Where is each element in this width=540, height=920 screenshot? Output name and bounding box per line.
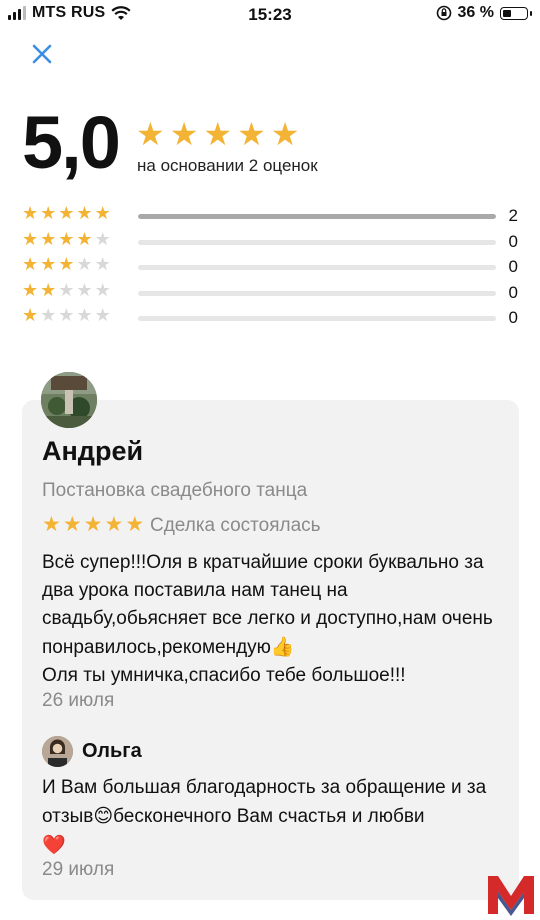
star-filled-icon: ★ (42, 513, 61, 536)
distribution-stars: ★ ★ ★ ★ ★ (22, 281, 111, 299)
distribution-count: 0 (508, 282, 518, 302)
review-text-line1: Всё супер!!!Оля в кратчайшие сроки буква… (42, 552, 493, 658)
star-filled-icon: ★ (40, 203, 57, 223)
distribution-bar (138, 316, 496, 321)
star-empty-icon: ★ (40, 305, 57, 325)
star-filled-icon: ★ (22, 203, 39, 223)
star-empty-icon: ★ (76, 279, 93, 300)
m-logo-icon (488, 876, 534, 916)
star-filled-icon: ★ (58, 228, 75, 249)
battery-icon (500, 6, 532, 20)
rating-distribution: ★ ★ ★ ★ ★ 2 ★ ★ ★ ★ ★ 0 ★ ★ ★ ★ ★ 0 ★ ★ ★ ★ ★ 0 ★ ★ ★ ★ ★ 0 (22, 203, 522, 331)
star-filled-icon: ★ (203, 116, 233, 152)
deal-status: Сделка состоялась (150, 515, 321, 536)
star-filled-icon: ★ (83, 513, 103, 536)
distribution-row-5: ★ ★ ★ ★ ★ 2 (22, 203, 522, 229)
review-date: 26 июля (42, 690, 115, 711)
distribution-row-4: ★ ★ ★ ★ ★ 0 (22, 229, 522, 255)
distribution-bar (138, 265, 496, 270)
review-text-line2: Оля ты умничка,спасибо тебе большое!!! (42, 665, 406, 686)
star-filled-icon: ★ (22, 279, 39, 300)
battery-percent: 36 % (457, 4, 494, 21)
star-filled-icon: ★ (22, 228, 39, 249)
star-filled-icon: ★ (22, 254, 39, 274)
distribution-stars: ★ ★ ★ ★ ★ (22, 306, 111, 324)
heart-emoji: ❤️ (42, 834, 66, 856)
summary-stars: ★ ★ ★ ★ ★ (136, 118, 299, 150)
status-right: 36 % (436, 4, 532, 22)
reply-date: 29 июля (42, 859, 115, 880)
review-stars: ★ ★ ★ ★ ★ (42, 514, 144, 535)
rating-score: 5,0 (22, 101, 121, 184)
star-filled-icon: ★ (76, 203, 93, 223)
distribution-row-2: ★ ★ ★ ★ ★ 0 (22, 280, 522, 306)
distribution-row-1: ★ ★ ★ ★ ★ 0 (22, 305, 522, 331)
star-filled-icon: ★ (104, 513, 124, 536)
star-empty-icon: ★ (94, 279, 111, 300)
review-text: Всё супер!!!Оля в кратчайшие сроки буква… (42, 549, 512, 690)
star-filled-icon: ★ (136, 116, 165, 152)
reviewer-avatar[interactable] (41, 372, 97, 428)
smile-emoji: 😊 (93, 805, 114, 827)
review-service: Постановка свадебного танца (42, 480, 308, 501)
distribution-stars: ★ ★ ★ ★ ★ (22, 255, 111, 273)
star-filled-icon: ★ (58, 203, 75, 223)
distribution-count: 0 (508, 257, 518, 276)
reviewer-name: Андрей (42, 436, 144, 466)
star-filled-icon: ★ (40, 254, 57, 274)
reply-text: И Вам большая благодарность за обращение… (42, 774, 512, 860)
star-empty-icon: ★ (94, 254, 111, 274)
thumbs-up-emoji: 👍 (270, 636, 295, 658)
star-filled-icon: ★ (58, 254, 75, 274)
star-filled-icon: ★ (40, 228, 57, 249)
distribution-bar-fill (138, 214, 496, 219)
star-empty-icon: ★ (76, 305, 93, 325)
distribution-stars: ★ ★ ★ ★ ★ (22, 230, 111, 248)
star-empty-icon: ★ (94, 228, 111, 249)
star-filled-icon: ★ (22, 305, 39, 325)
star-filled-icon: ★ (125, 513, 145, 536)
distribution-row-3: ★ ★ ★ ★ ★ 0 (22, 254, 522, 280)
star-empty-icon: ★ (58, 279, 75, 300)
rotation-lock-icon (436, 5, 451, 21)
reply-avatar[interactable] (42, 736, 73, 767)
star-filled-icon: ★ (76, 228, 93, 249)
rating-count-text: на основании 2 оценок (137, 156, 318, 175)
star-filled-icon: ★ (40, 279, 57, 300)
distribution-count: 2 (508, 206, 518, 225)
distribution-count: 0 (508, 231, 518, 251)
distribution-bar (138, 290, 496, 296)
star-filled-icon: ★ (94, 203, 111, 223)
distribution-stars: ★ ★ ★ ★ ★ (22, 204, 111, 222)
star-empty-icon: ★ (94, 305, 111, 325)
star-filled-icon: ★ (62, 513, 82, 536)
star-empty-icon: ★ (58, 305, 75, 325)
reply-text-part2: бесконечного Вам счастья и любви (113, 806, 425, 827)
distribution-bar (138, 214, 496, 219)
distribution-bar (138, 239, 496, 245)
star-empty-icon: ★ (76, 254, 93, 274)
star-filled-icon: ★ (169, 116, 199, 152)
reply-author: Ольга (82, 740, 142, 762)
star-filled-icon: ★ (270, 116, 300, 152)
star-filled-icon: ★ (237, 116, 266, 152)
distribution-count: 0 (508, 308, 518, 327)
close-icon[interactable] (28, 40, 56, 68)
status-bar: MTS RUS 15:23 36 % (0, 0, 540, 30)
